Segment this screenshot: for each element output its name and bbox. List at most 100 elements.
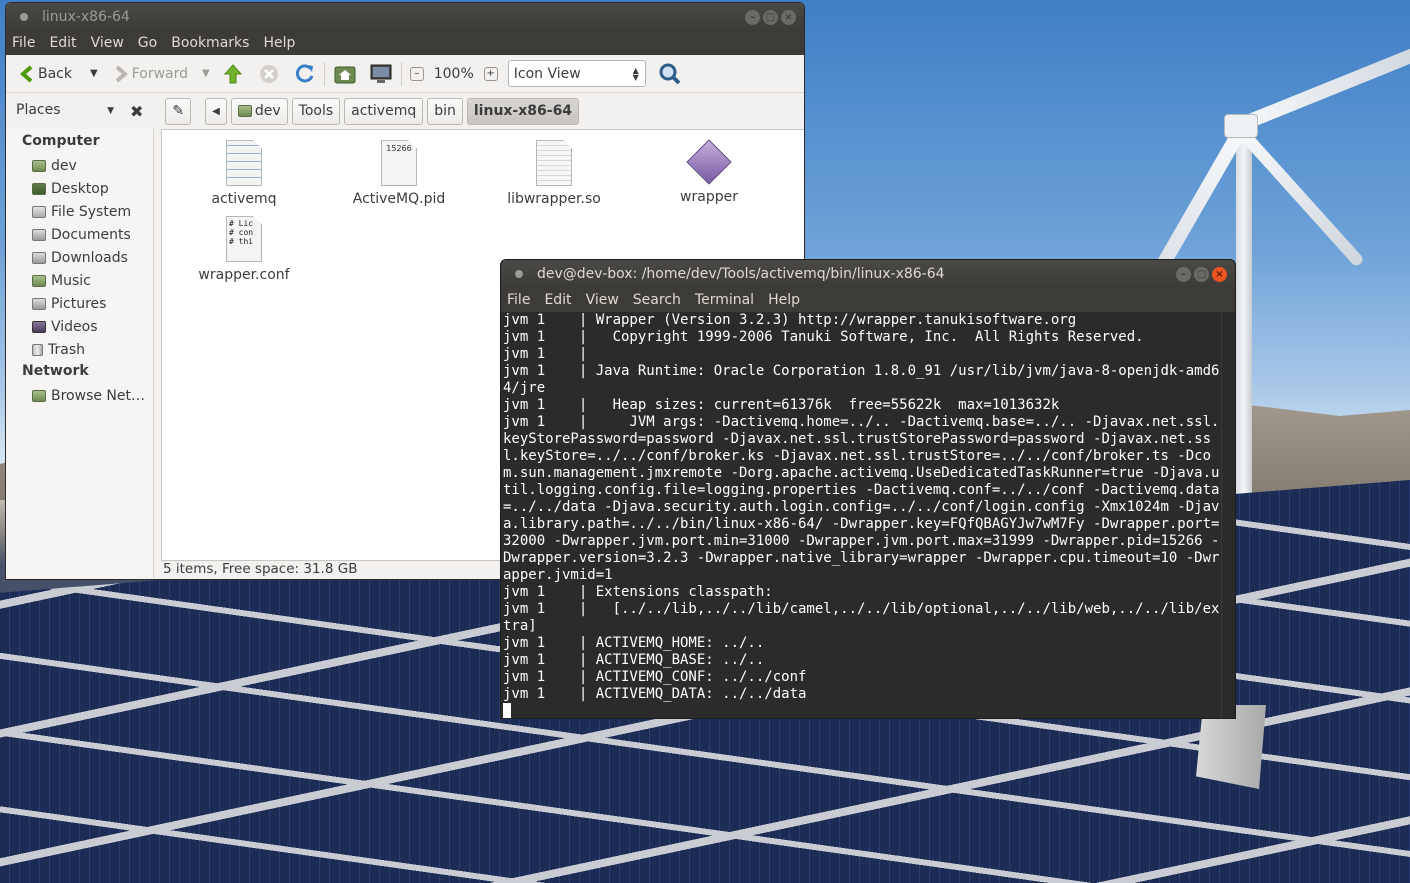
file-manager-titlebar[interactable]: linux-x86-64 – □ × [6,3,804,31]
terminal-window: dev@dev-box: /home/dev/Tools/activemq/bi… [500,259,1236,719]
terminal-line: jvm 1 | ACTIVEMQ_CONF: ../../conf [503,669,807,685]
chevron-down-icon: ▼ [107,106,114,116]
terminal-line: jvm 1 | ACTIVEMQ_HOME: ../.. [503,635,765,651]
computer-icon[interactable] [369,63,393,85]
breadcrumb-dev[interactable]: dev [230,97,288,125]
sidebar-item-label: Desktop [51,180,109,197]
sidebar-item-downloads[interactable]: Downloads [6,246,153,269]
zoom-out-icon[interactable]: – [409,66,424,81]
sidebar-item-music[interactable]: Music [6,269,153,292]
sidebar-heading-computer: Computer [22,133,100,149]
file-preview-text: 15266 [386,144,412,153]
terminal-line: jvm 1 | Extensions classpath: [503,584,773,600]
forward-label: Forward [131,65,189,82]
menu-edit[interactable]: Edit [42,35,83,51]
sidebar-item-desktop[interactable]: Desktop [6,177,153,200]
view-mode-select[interactable]: Icon View ▲ ▼ [507,60,646,87]
file-name: ActiveMQ.pid [352,191,446,207]
trash-icon [32,343,43,356]
menu-go[interactable]: Go [131,35,164,51]
menu-view[interactable]: View [579,292,626,308]
menu-help[interactable]: Help [761,292,807,308]
sidebar-item-pictures[interactable]: Pictures [6,292,153,315]
toolbar-separator [323,61,325,86]
sidebar-item-label: Documents [51,226,131,243]
file-preview-text: # Lic # con # thi [229,219,254,246]
home-folder-icon [237,105,252,117]
menu-search[interactable]: Search [626,292,688,308]
terminal-line: jvm 1 | Java Runtime: Oracle Corporation… [503,363,1220,396]
sidebar-item-videos[interactable]: Videos [6,315,153,338]
places-select[interactable]: Places ▼ [16,102,114,120]
terminal-title: dev@dev-box: /home/dev/Tools/activemq/bi… [537,266,945,282]
breadcrumb-linux-x86-64[interactable]: linux-x86-64 [466,97,580,125]
sidebar-item-trash[interactable]: Trash [6,338,153,361]
terminal-line: jvm 1 | Heap sizes: current=61376k free=… [503,397,1060,413]
downloads-folder-icon [32,251,46,264]
minimize-button[interactable]: – [1176,266,1191,282]
close-sidebar-icon[interactable]: ✖ [130,102,143,121]
sidebar-item-label: Pictures [51,295,107,312]
sidebar-item-browse-network[interactable]: Browse Net… [6,384,153,407]
close-button[interactable]: × [1212,266,1227,282]
sidebar-item-file-system[interactable]: File System [6,200,153,223]
menu-edit[interactable]: Edit [537,292,578,308]
sidebar-item-dev[interactable]: dev [6,154,153,177]
terminal-line: jvm 1 | Copyright 1999-2006 Tanuki Softw… [503,329,1144,345]
maximize-button[interactable]: □ [1194,266,1209,282]
file-item[interactable]: activemq [174,134,314,207]
sidebar-item-documents[interactable]: Documents [6,223,153,246]
stop-icon[interactable] [258,63,280,85]
desktop-icon [32,182,46,195]
network-icon [32,389,46,402]
breadcrumb-bin[interactable]: bin [427,97,463,125]
breadcrumb-tools[interactable]: Tools [291,97,341,125]
sidebar-item-label: Browse Net… [51,387,146,404]
home-icon[interactable] [333,63,357,85]
terminal-titlebar[interactable]: dev@dev-box: /home/dev/Tools/activemq/bi… [501,260,1235,288]
file-item[interactable]: libwrapper.so [484,134,624,207]
zoom-in-icon[interactable]: + [483,66,498,81]
terminal-menu-bar: File Edit View Search Terminal Help [501,288,1235,312]
close-button[interactable]: × [781,9,796,25]
window-menu-icon[interactable] [20,13,28,21]
terminal-line: jvm 1 | Wrapper (Version 3.2.3) http://w… [503,312,1077,328]
search-icon[interactable] [658,62,682,86]
terminal-output[interactable]: jvm 1 | Wrapper (Version 3.2.3) http://w… [501,312,1223,718]
sidebar-item-label: Music [51,272,91,289]
location-bar: Places ▼ ✖ ✎ ◀ dev Tools activemq bin li… [6,93,804,129]
terminal-line: jvm 1 | JVM args: -Dactivemq.home=../.. … [503,414,1220,583]
file-item[interactable]: 15266 ActiveMQ.pid [329,134,469,207]
breadcrumb-activemq[interactable]: activemq [344,97,424,125]
menu-file[interactable]: File [6,35,42,51]
menu-file[interactable]: File [501,292,537,308]
terminal-scrollbar[interactable] [1221,312,1235,718]
back-button[interactable]: Back ▼ [14,62,104,86]
edit-location-button[interactable]: ✎ [165,97,192,125]
file-name: libwrapper.so [507,191,601,207]
text-file-icon: 15266 [381,140,417,186]
file-item[interactable]: wrapper [639,134,779,205]
home-folder-icon [32,159,46,172]
minimize-button[interactable]: – [745,9,760,25]
menu-help[interactable]: Help [256,35,302,51]
forward-button[interactable]: Forward ▼ [108,62,216,86]
arrow-up-icon[interactable] [222,63,244,85]
file-item[interactable]: # Lic # con # thi wrapper.conf [174,210,314,283]
window-menu-icon[interactable] [515,270,523,278]
menu-bookmarks[interactable]: Bookmarks [164,35,256,51]
maximize-button[interactable]: □ [763,9,778,25]
wind-turbine-blade [1237,43,1410,132]
breadcrumb-scroll-left[interactable]: ◀ [205,97,227,125]
menu-view[interactable]: View [84,35,131,51]
library-file-icon [536,140,572,186]
breadcrumb-label: dev [254,103,281,119]
reload-icon[interactable] [294,63,316,85]
chevron-down-icon[interactable]: ▼ [90,68,98,79]
executable-icon [686,139,732,185]
menu-bar: File Edit View Go Bookmarks Help [6,31,804,55]
chevron-down-icon[interactable]: ▼ [202,68,210,79]
sidebar-item-label: File System [51,203,132,220]
terminal-line: jvm 1 | ACTIVEMQ_DATA: ../../data [503,686,807,702]
menu-terminal[interactable]: Terminal [688,292,761,308]
